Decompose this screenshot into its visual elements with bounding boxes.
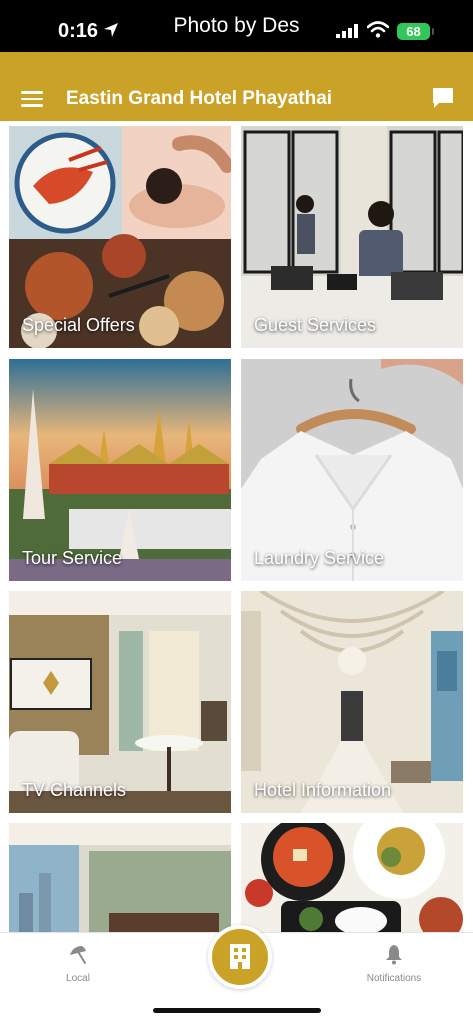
tile-tour-service[interactable]: Tour Service — [9, 359, 231, 581]
tile-dining[interactable] — [241, 823, 463, 932]
tile-special-offers[interactable]: Special Offers — [9, 126, 231, 348]
home-indicator — [153, 1008, 321, 1013]
menu-icon[interactable] — [21, 91, 43, 107]
tile-label: TV Channels — [22, 780, 127, 800]
tile-label: Laundry Service — [254, 548, 385, 568]
tab-local[interactable]: Local — [48, 943, 108, 984]
page-title: Eastin Grand Hotel Phayathai — [66, 88, 333, 109]
umbrella-icon — [70, 946, 86, 964]
home-building-button[interactable] — [208, 925, 272, 989]
tile-guest-services[interactable]: Guest Services — [241, 126, 463, 348]
tile-image — [241, 823, 463, 932]
chat-icon[interactable] — [431, 87, 455, 109]
services-grid: Special Offers Guest Services Tour Servi… — [0, 121, 473, 932]
tile-label: Tour Service — [22, 548, 123, 568]
tile-label: Guest Services — [254, 315, 377, 335]
tab-local-label: Local — [66, 973, 90, 984]
tile-image — [9, 823, 231, 932]
battery-icon: 68 — [397, 23, 434, 40]
signal-icon — [336, 24, 358, 38]
bell-icon — [386, 945, 402, 965]
tile-room[interactable] — [9, 823, 231, 932]
tile-label: Hotel Information — [254, 780, 392, 800]
tile-tv-channels[interactable]: TV Channels — [9, 591, 231, 813]
building-icon — [230, 944, 250, 969]
tab-notifications[interactable]: Notifications — [354, 943, 434, 984]
status-bar: 0:16 Photo by Des 68 — [0, 0, 473, 52]
tile-hotel-information[interactable]: Hotel Information — [241, 591, 463, 813]
tab-notifications-label: Notifications — [366, 973, 422, 984]
tile-label: Special Offers — [22, 315, 135, 335]
tile-laundry-service[interactable]: Laundry Service — [241, 359, 463, 581]
wifi-icon — [367, 21, 389, 38]
app-header: Eastin Grand Hotel Phayathai — [0, 52, 473, 121]
